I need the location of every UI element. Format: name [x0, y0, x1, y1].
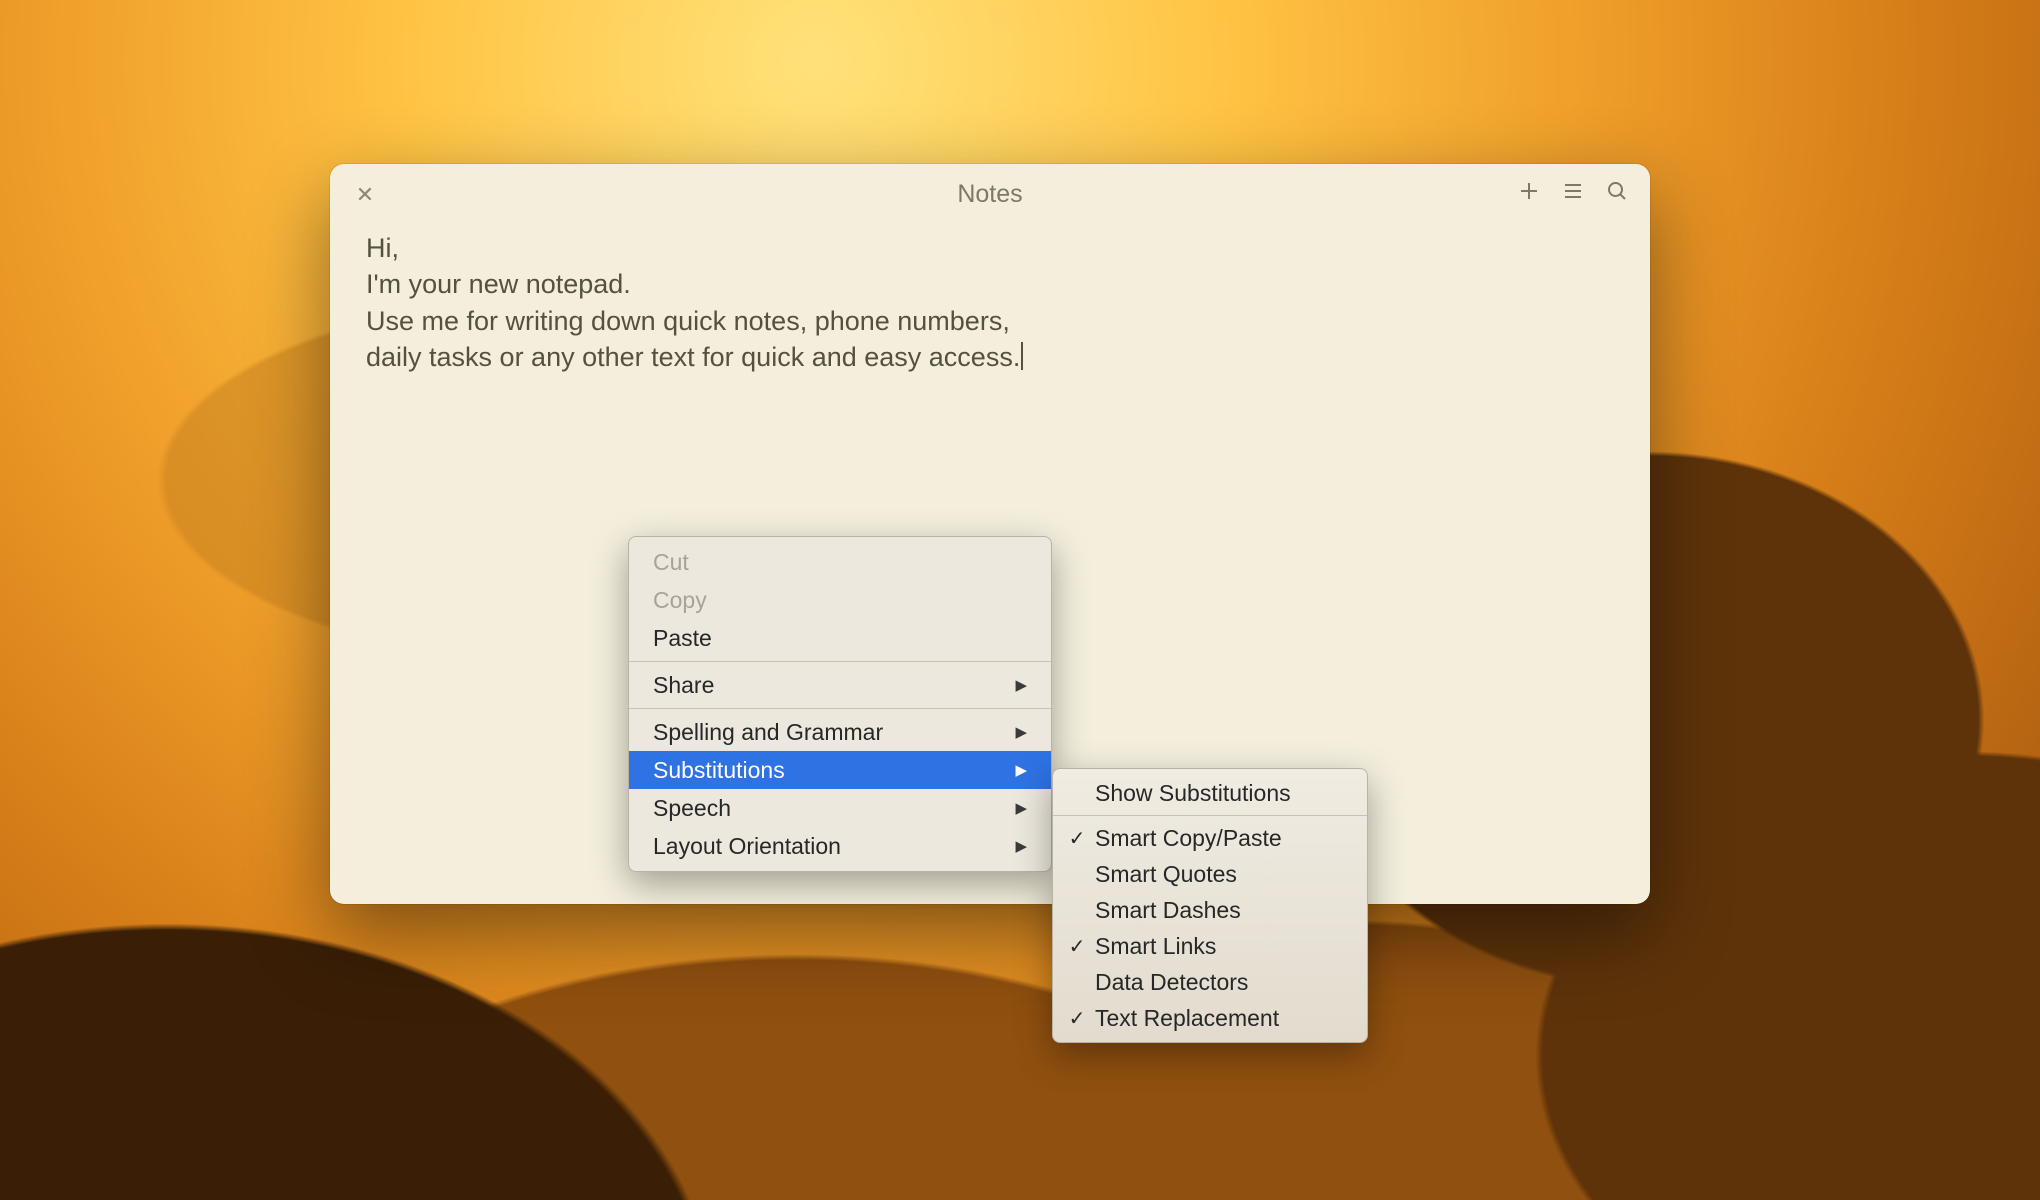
menu-item-label: Smart Quotes	[1095, 861, 1237, 888]
new-note-button[interactable]	[1514, 178, 1544, 208]
menu-separator	[629, 708, 1051, 709]
menu-item-label: Speech	[653, 795, 731, 822]
window-title: Notes	[957, 180, 1022, 209]
note-line: I'm your new notepad.	[366, 266, 1614, 302]
menu-item-label: Cut	[653, 549, 689, 576]
menu-item-layout-orientation[interactable]: Layout Orientation ▶	[629, 827, 1051, 865]
submenu-item-smart-links[interactable]: ✓ Smart Links	[1053, 928, 1367, 964]
menu-item-label: Paste	[653, 625, 712, 652]
menu-item-label: Text Replacement	[1095, 1005, 1279, 1032]
list-icon	[1561, 179, 1585, 208]
submenu-item-data-detectors[interactable]: Data Detectors	[1053, 964, 1367, 1000]
context-menu: Cut Copy Paste Share ▶ Spelling and Gram…	[628, 536, 1052, 872]
close-button[interactable]: ✕	[352, 182, 378, 208]
submenu-arrow-icon: ▶	[1015, 799, 1027, 817]
search-button[interactable]	[1602, 178, 1632, 208]
note-line: Hi,	[366, 230, 1614, 266]
menu-item-spelling-grammar[interactable]: Spelling and Grammar ▶	[629, 713, 1051, 751]
search-icon	[1605, 179, 1629, 208]
list-button[interactable]	[1558, 178, 1588, 208]
substitutions-submenu: Show Substitutions ✓ Smart Copy/Paste Sm…	[1052, 768, 1368, 1043]
menu-separator	[1053, 815, 1367, 816]
menu-item-share[interactable]: Share ▶	[629, 666, 1051, 704]
check-icon: ✓	[1067, 826, 1087, 851]
check-icon: ✓	[1067, 934, 1087, 959]
menu-item-label: Substitutions	[653, 757, 785, 784]
menu-item-speech[interactable]: Speech ▶	[629, 789, 1051, 827]
menu-item-label: Show Substitutions	[1095, 780, 1291, 807]
close-icon: ✕	[356, 182, 374, 208]
menu-item-label: Spelling and Grammar	[653, 719, 883, 746]
note-editor[interactable]: Hi, I'm your new notepad. Use me for wri…	[330, 224, 1650, 396]
menu-item-label: Smart Links	[1095, 933, 1216, 960]
note-line: Use me for writing down quick notes, pho…	[366, 303, 1614, 339]
plus-icon	[1517, 179, 1541, 208]
text-cursor	[1021, 342, 1023, 370]
submenu-arrow-icon: ▶	[1015, 723, 1027, 741]
menu-item-label: Layout Orientation	[653, 833, 841, 860]
submenu-item-smart-quotes[interactable]: Smart Quotes	[1053, 856, 1367, 892]
titlebar: ✕ Notes	[330, 164, 1650, 224]
menu-item-substitutions[interactable]: Substitutions ▶	[629, 751, 1051, 789]
submenu-item-smart-copy-paste[interactable]: ✓ Smart Copy/Paste	[1053, 820, 1367, 856]
menu-item-label: Smart Dashes	[1095, 897, 1241, 924]
menu-separator	[629, 661, 1051, 662]
menu-item-label: Share	[653, 672, 714, 699]
submenu-arrow-icon: ▶	[1015, 676, 1027, 694]
submenu-arrow-icon: ▶	[1015, 837, 1027, 855]
menu-item-label: Data Detectors	[1095, 969, 1248, 996]
submenu-arrow-icon: ▶	[1015, 761, 1027, 779]
submenu-item-show-substitutions[interactable]: Show Substitutions	[1053, 775, 1367, 811]
menu-item-label: Copy	[653, 587, 707, 614]
menu-item-cut[interactable]: Cut	[629, 543, 1051, 581]
menu-item-copy[interactable]: Copy	[629, 581, 1051, 619]
submenu-item-text-replacement[interactable]: ✓ Text Replacement	[1053, 1000, 1367, 1036]
menu-item-paste[interactable]: Paste	[629, 619, 1051, 657]
menu-item-label: Smart Copy/Paste	[1095, 825, 1282, 852]
submenu-item-smart-dashes[interactable]: Smart Dashes	[1053, 892, 1367, 928]
toolbar-right	[1514, 178, 1632, 208]
check-icon: ✓	[1067, 1006, 1087, 1031]
note-line: daily tasks or any other text for quick …	[366, 339, 1614, 375]
